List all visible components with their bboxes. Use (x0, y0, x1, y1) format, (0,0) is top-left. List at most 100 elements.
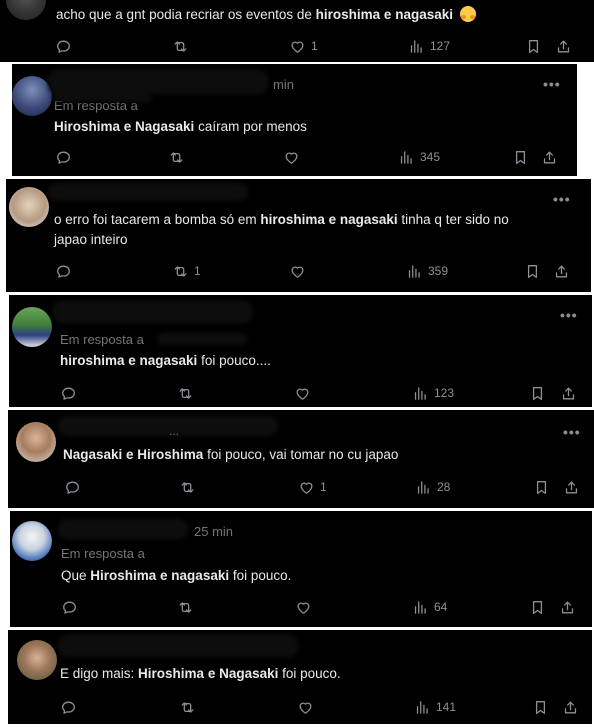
share-button[interactable] (559, 597, 576, 617)
retweet-button[interactable]: 1 (172, 261, 201, 281)
tweet-card[interactable]: ... ••• Nagasaki e Hiroshima foi pouco, … (8, 410, 594, 508)
reply-button[interactable] (55, 261, 77, 281)
avatar[interactable] (12, 521, 52, 561)
retweet-button[interactable] (177, 383, 199, 403)
views-icon (408, 38, 425, 55)
share-button[interactable] (562, 697, 579, 717)
views-button[interactable]: 28 (415, 477, 450, 497)
reply-button[interactable] (55, 36, 77, 56)
bookmark-button[interactable] (524, 261, 541, 281)
avatar[interactable] (12, 307, 52, 347)
avatar[interactable] (9, 187, 49, 227)
like-button[interactable] (294, 383, 316, 403)
view-count: 28 (437, 480, 451, 494)
bookmark-button[interactable] (512, 147, 529, 167)
redacted-username (53, 301, 253, 323)
tweet-text: E digo mais: Hiroshima e Nagasaki foi po… (60, 666, 341, 681)
like-button[interactable]: 1 (298, 477, 327, 497)
share-button[interactable] (560, 383, 577, 403)
redacted-username (48, 70, 268, 94)
retweet-button[interactable] (179, 477, 201, 497)
views-icon (406, 263, 423, 280)
tweet-actions: 141 (8, 697, 592, 717)
tweet-text: Que Hiroshima e nagasaki foi pouco. (61, 568, 292, 583)
retweet-icon (172, 263, 189, 280)
like-button[interactable] (289, 261, 311, 281)
avatar[interactable] (12, 76, 52, 116)
tweet-text: acho que a gnt podia recriar os eventos … (56, 5, 576, 25)
reply-button[interactable] (61, 597, 83, 617)
reply-to-label: Em resposta a (60, 332, 144, 347)
share-icon (559, 599, 576, 616)
share-button[interactable] (553, 261, 570, 281)
retweet-count: 1 (194, 264, 201, 278)
like-button[interactable]: 1 (289, 36, 318, 56)
tweet-text: hiroshima e nagasaki foi pouco.... (60, 353, 271, 368)
tweet-card[interactable]: ••• o erro foi tacarem a bomba só em hir… (6, 179, 591, 292)
redacted-username (157, 333, 247, 345)
reply-icon (55, 149, 72, 166)
heart-icon (297, 699, 314, 716)
like-count: 1 (320, 480, 327, 494)
retweet-icon (172, 38, 189, 55)
tweet-card[interactable]: ••• Em resposta a hiroshima e nagasaki f… (9, 295, 592, 407)
share-button[interactable] (555, 36, 572, 56)
heart-icon (289, 38, 306, 55)
views-button[interactable]: 359 (406, 261, 448, 281)
more-options-button[interactable]: ••• (560, 307, 578, 323)
view-count: 123 (434, 386, 455, 400)
retweet-button[interactable] (172, 36, 194, 56)
bookmark-button[interactable] (529, 597, 546, 617)
reply-button[interactable] (60, 697, 82, 717)
views-button[interactable]: 141 (414, 697, 456, 717)
bookmark-button[interactable] (525, 36, 542, 56)
views-button[interactable]: 127 (408, 36, 450, 56)
views-button[interactable]: 123 (412, 383, 454, 403)
tweet-card[interactable]: min ••• Em resposta a Hiroshima e Nagasa… (12, 64, 577, 176)
views-icon (414, 699, 431, 716)
avatar[interactable] (16, 422, 56, 462)
tweet-card[interactable]: acho que a gnt podia recriar os eventos … (0, 0, 594, 62)
retweet-icon (179, 479, 196, 496)
avatar[interactable] (17, 640, 57, 680)
bookmark-button[interactable] (532, 697, 549, 717)
bookmark-icon (524, 263, 541, 280)
views-button[interactable]: 64 (412, 597, 447, 617)
share-button[interactable] (541, 147, 558, 167)
reply-button[interactable] (64, 477, 86, 497)
like-button[interactable] (283, 147, 305, 167)
views-button[interactable]: 345 (398, 147, 440, 167)
reply-icon (61, 599, 78, 616)
tweet-actions: 64 (10, 597, 592, 617)
share-icon (560, 385, 577, 402)
bookmark-button[interactable] (529, 383, 546, 403)
view-count: 359 (428, 264, 449, 278)
share-button[interactable] (563, 477, 580, 497)
reply-icon (60, 699, 77, 716)
like-button[interactable] (297, 697, 319, 717)
redacted-username (58, 416, 278, 436)
more-options-button[interactable]: ••• (553, 191, 571, 207)
avatar[interactable] (6, 0, 46, 20)
tweet-card[interactable]: E digo mais: Hiroshima e Nagasaki foi po… (8, 630, 592, 724)
bookmark-icon (512, 149, 529, 166)
retweet-icon (177, 599, 194, 616)
bookmark-button[interactable] (533, 477, 550, 497)
like-button[interactable] (295, 597, 317, 617)
heart-icon (283, 149, 300, 166)
more-options-button[interactable]: ••• (543, 76, 561, 92)
heart-icon (294, 385, 311, 402)
bookmark-icon (525, 38, 542, 55)
more-options-button[interactable]: ••• (563, 424, 581, 440)
reply-button[interactable] (55, 147, 77, 167)
redacted-username (48, 183, 248, 201)
tweet-actions: 1 28 (8, 477, 594, 497)
tweet-actions: 1 359 (6, 261, 591, 281)
retweet-button[interactable] (168, 147, 190, 167)
retweet-button[interactable] (179, 697, 201, 717)
retweet-button[interactable] (177, 597, 199, 617)
reply-button[interactable] (60, 383, 82, 403)
share-icon (541, 149, 558, 166)
smiling-face-with-hearts-emoji (459, 6, 476, 22)
tweet-card[interactable]: 25 min Em resposta a Que Hiroshima e nag… (10, 511, 592, 627)
